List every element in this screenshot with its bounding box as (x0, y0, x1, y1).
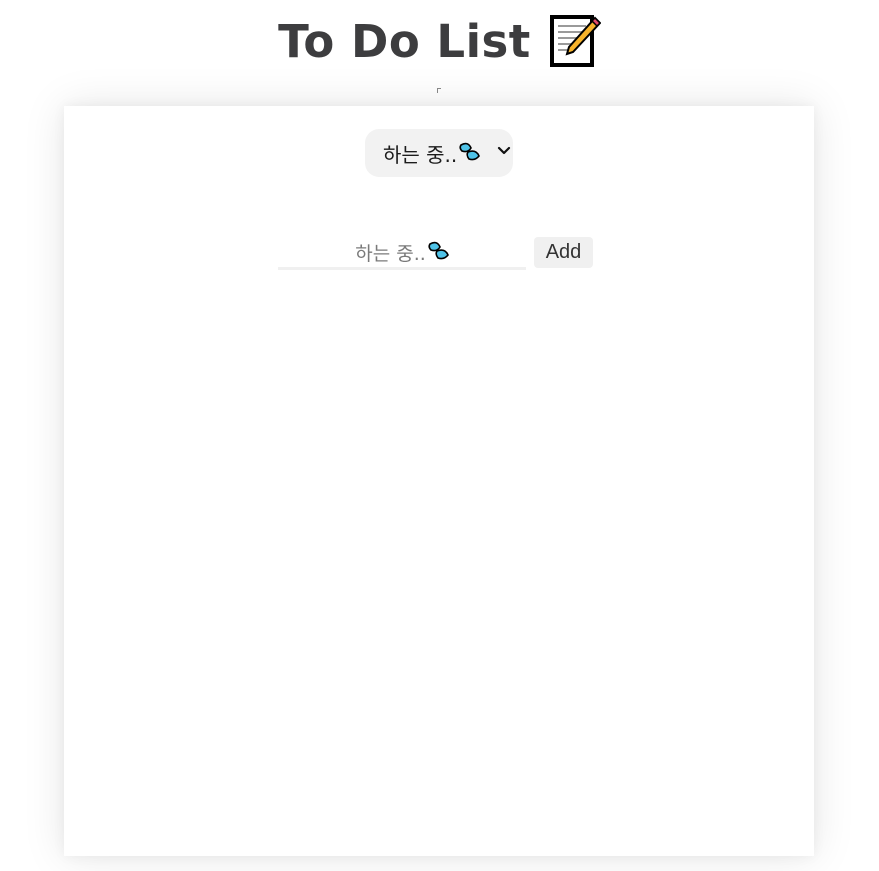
add-todo-form: 하는 중.. Add (278, 237, 598, 271)
divider-mark (437, 88, 441, 93)
status-filter-select[interactable]: 하는 중.. (365, 129, 513, 177)
status-filter-label: 하는 중.. (383, 142, 458, 167)
todo-card: 하는 중.. 하는 중.. Add (64, 106, 814, 856)
chevron-down-icon (497, 146, 511, 155)
memo-icon (549, 15, 601, 67)
sweat-droplets-icon (459, 142, 481, 161)
page-title: To Do List (278, 14, 531, 68)
add-button[interactable]: Add (534, 237, 593, 268)
page: To Do List 하는 중.. 하는 중.. Add (0, 0, 879, 871)
todo-input[interactable] (278, 237, 526, 270)
header: To Do List (0, 8, 879, 74)
